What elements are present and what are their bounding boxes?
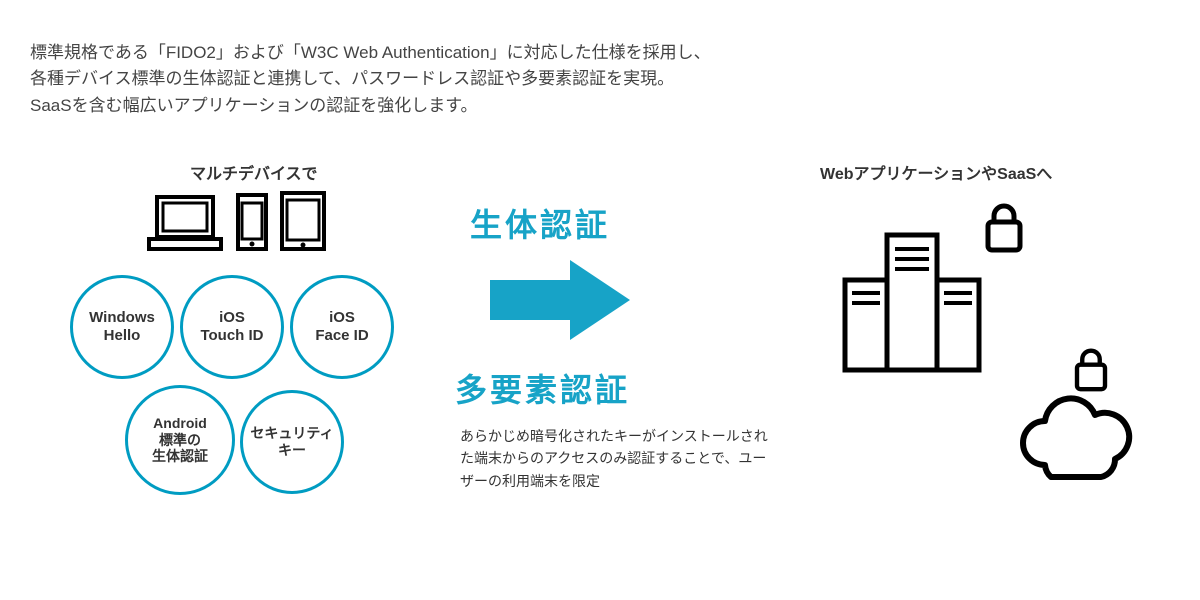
- circle-label: セキュリティ キー: [250, 425, 333, 459]
- cloud-icon: [1005, 385, 1145, 485]
- intro-line1: 標準規格である「FIDO2」および「W3C Web Authentication…: [30, 40, 711, 66]
- biometric-label: 生体認証: [470, 200, 610, 246]
- device-icons: [145, 190, 327, 252]
- circle-security-key: セキュリティ キー: [240, 390, 344, 494]
- mfa-label: 多要素認証: [455, 365, 630, 411]
- left-heading: マルチデバイスで: [190, 160, 318, 184]
- circle-label: Windows Hello: [89, 309, 155, 345]
- arrow-icon: [490, 255, 630, 345]
- circle-label: iOS Touch ID: [200, 309, 263, 345]
- intro-line2: 各種デバイス標準の生体認証と連携して、パスワードレス認証や多要素認証を実現。: [30, 66, 711, 92]
- laptop-icon: [145, 192, 225, 252]
- circle-ios-touchid: iOS Touch ID: [180, 275, 284, 379]
- right-heading: WebアプリケーションやSaaSへ: [820, 160, 1052, 184]
- circle-windows-hello: Windows Hello: [70, 275, 174, 379]
- phone-icon: [235, 192, 269, 252]
- intro-text: 標準規格である「FIDO2」および「W3C Web Authentication…: [30, 40, 711, 119]
- circle-ios-faceid: iOS Face ID: [290, 275, 394, 379]
- note-text: あらかじめ暗号化されたキーがインストールされた端末からのアクセスのみ認証すること…: [460, 425, 770, 492]
- tablet-icon: [279, 190, 327, 252]
- server-icon: [840, 225, 990, 375]
- circle-label: iOS Face ID: [315, 309, 368, 345]
- circle-android-bio: Android 標準の 生体認証: [125, 385, 235, 495]
- circle-label: Android 標準の 生体認証: [152, 415, 208, 465]
- lock-icon: [980, 200, 1028, 254]
- lock-icon: [1070, 345, 1112, 393]
- intro-line3: SaaSを含む幅広いアプリケーションの認証を強化します。: [30, 93, 711, 119]
